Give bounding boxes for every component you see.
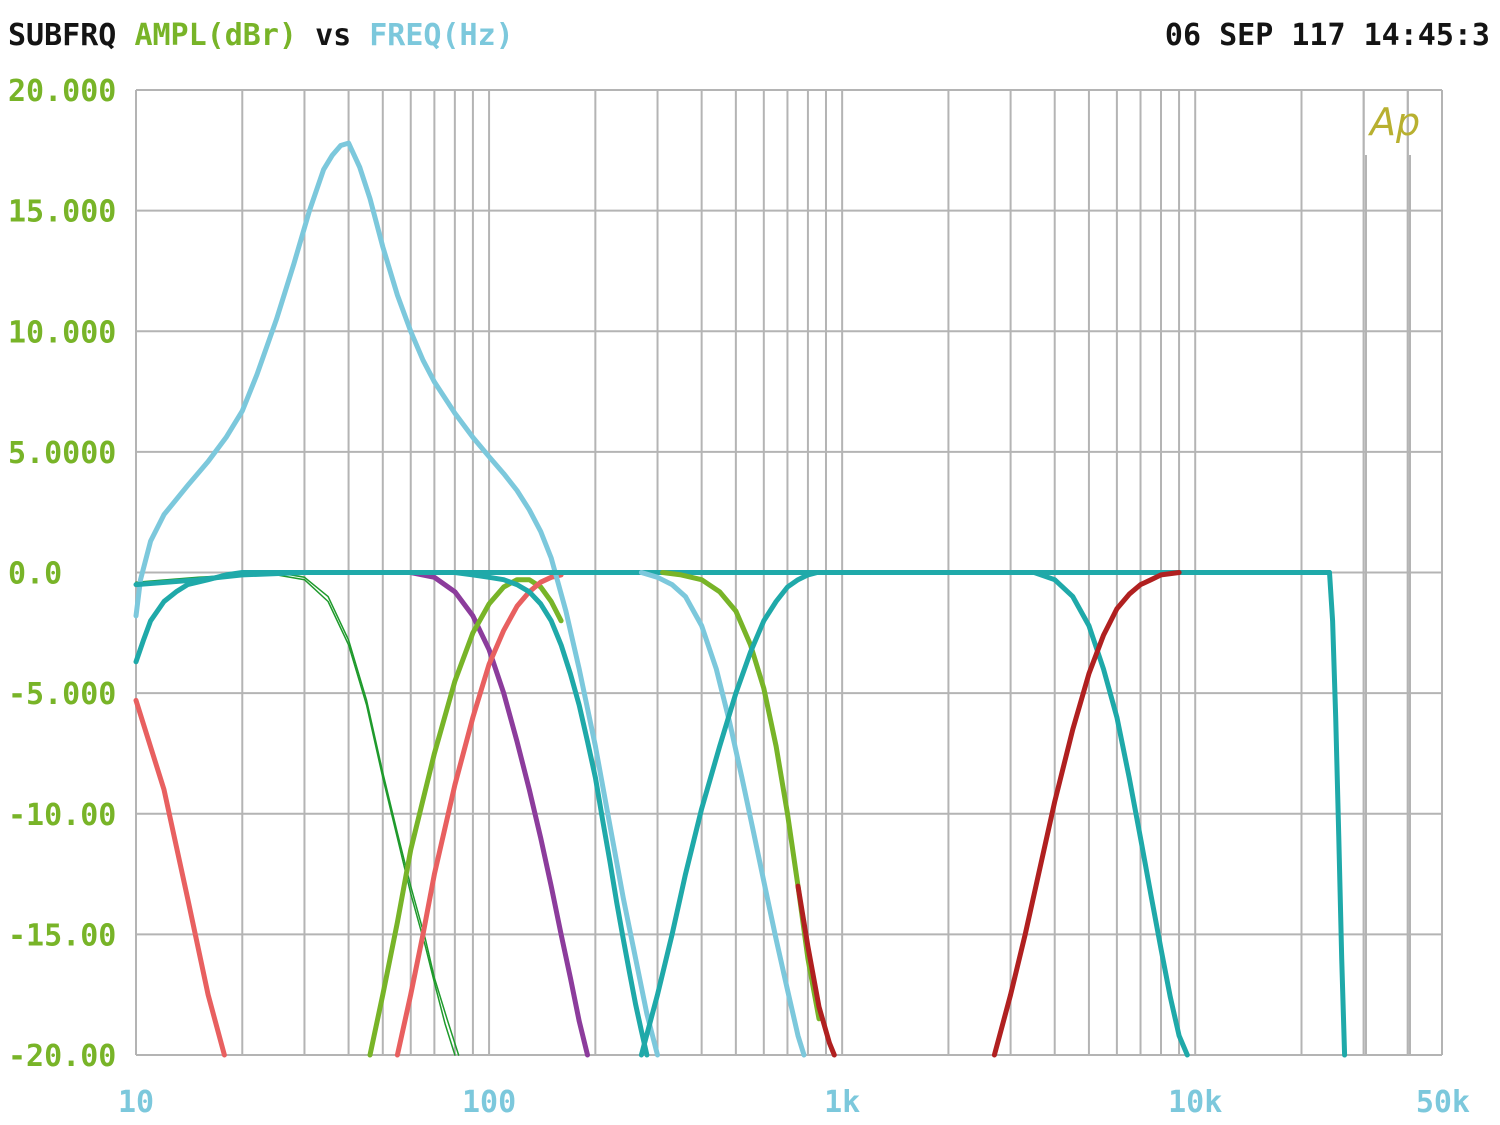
y-tick-label: -15.00 — [8, 918, 116, 953]
series-line-2 — [135, 574, 456, 1056]
y-tick-label: 5.0000 — [8, 436, 116, 471]
y-tick-label: 15.000 — [8, 195, 116, 230]
x-tick-label: 1k — [824, 1085, 860, 1120]
y-tick-label: 10.000 — [8, 315, 116, 350]
series-line-1 — [133, 697, 227, 1058]
series-line-5 — [367, 577, 564, 1058]
analyzer-screen: SUBFRQ AMPL(dBr) vs FREQ(Hz) 06 SEP 117 … — [0, 0, 1500, 1125]
x-tick-label: 50k — [1416, 1085, 1470, 1120]
y-tick-label: 0.0 — [8, 557, 62, 592]
response-chart: 20.000 15.000 10.000 5.0000 0.0 -5.000 -10.00 -… — [8, 74, 1470, 1120]
series-line-12 — [795, 883, 837, 1058]
y-tick-label: 20.000 — [8, 74, 116, 109]
y-tick-label: -20.00 — [8, 1039, 116, 1074]
x-tick-label: 10 — [118, 1085, 154, 1120]
ap-logo: Ap — [1367, 100, 1420, 144]
axis-labels: 20.000 15.000 10.000 5.0000 0.0 -5.000 -10.00 -… — [8, 74, 1470, 1120]
y-tick-label: -5.000 — [8, 677, 116, 712]
series-line-11 — [660, 570, 822, 1022]
series-group — [133, 140, 1348, 1058]
x-tick-label: 100 — [462, 1085, 516, 1120]
y-tick-label: -10.00 — [8, 798, 116, 833]
x-tick-label: 10k — [1168, 1085, 1222, 1120]
